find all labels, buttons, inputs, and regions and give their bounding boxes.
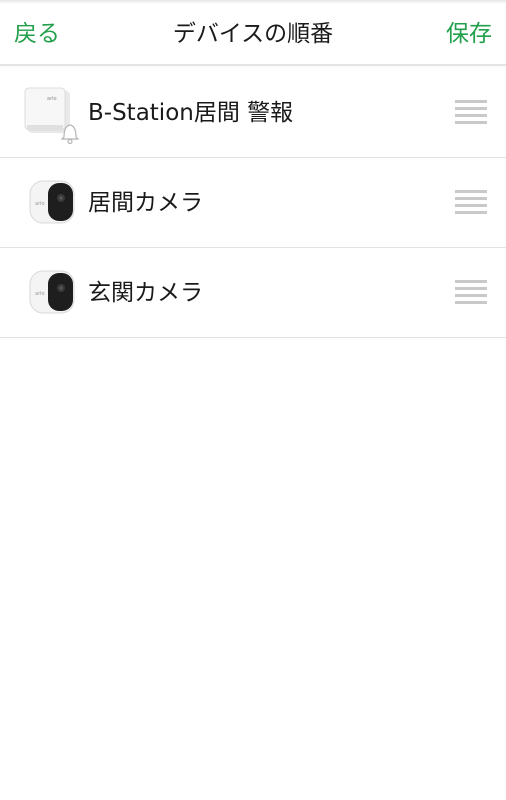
- drag-handle-icon[interactable]: [455, 280, 487, 304]
- device-row-base-station[interactable]: arlo B-Station居間 警報: [0, 68, 506, 158]
- device-name: B-Station居間 警報: [88, 100, 294, 126]
- camera-icon: arlo: [28, 268, 76, 316]
- page-title: デバイスの順番: [172, 21, 334, 47]
- device-order-list: arlo B-Station居間 警報 arlo 居間カメラ arlo 玄関カメ…: [0, 68, 506, 338]
- navigation-bar: 戻る デバイスの順番 保存: [0, 0, 506, 66]
- base-station-icon: arlo: [22, 85, 86, 149]
- camera-icon: arlo: [28, 178, 76, 226]
- svg-text:arlo: arlo: [35, 291, 45, 297]
- drag-handle-icon[interactable]: [455, 100, 487, 124]
- device-name: 玄関カメラ: [88, 280, 203, 306]
- device-row-camera[interactable]: arlo 居間カメラ: [0, 158, 506, 248]
- device-name: 居間カメラ: [88, 190, 203, 216]
- svg-text:arlo: arlo: [47, 96, 57, 102]
- drag-handle-icon[interactable]: [455, 190, 487, 214]
- svg-text:arlo: arlo: [35, 201, 45, 207]
- save-button[interactable]: 保存: [446, 18, 492, 50]
- device-row-camera[interactable]: arlo 玄関カメラ: [0, 248, 506, 338]
